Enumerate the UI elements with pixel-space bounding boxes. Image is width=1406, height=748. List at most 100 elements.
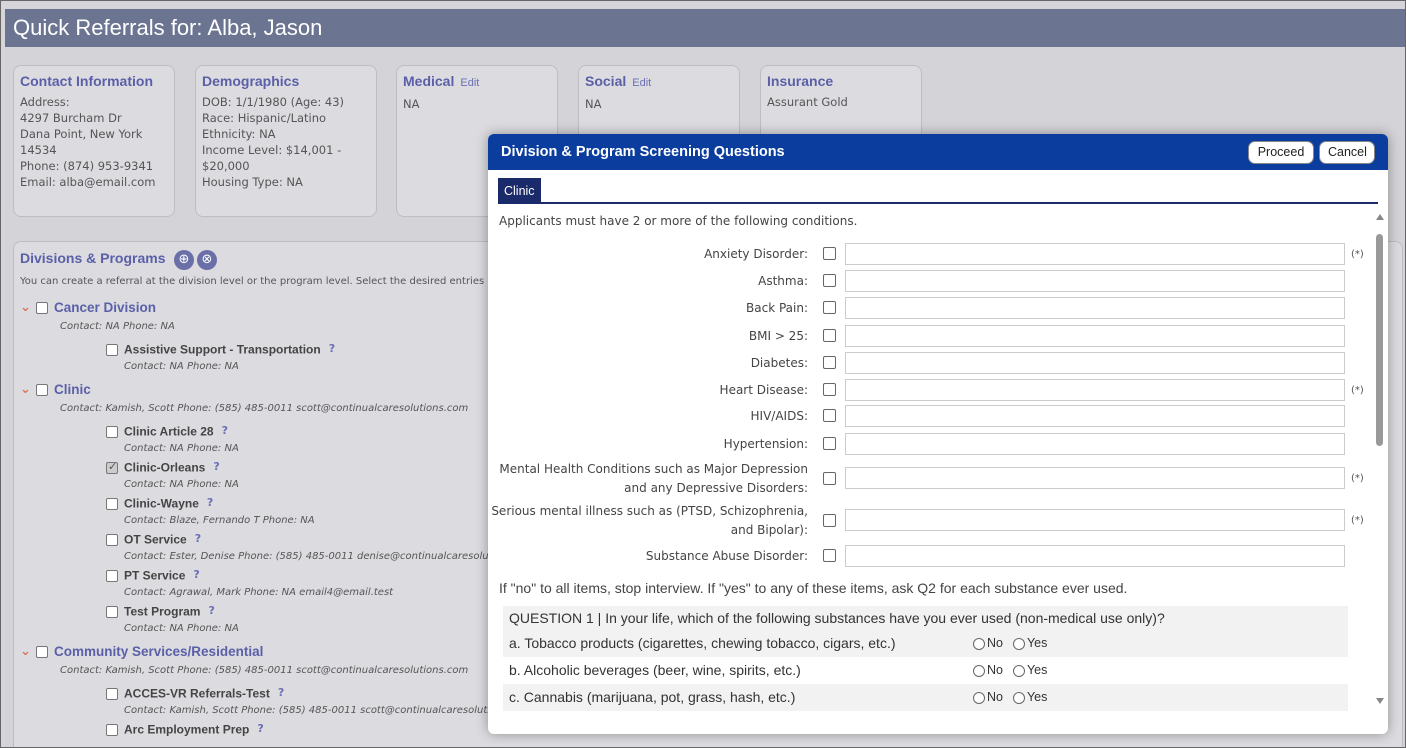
program-checkbox[interactable] xyxy=(106,569,118,582)
program-name[interactable]: Test Program xyxy=(124,605,200,619)
question-row: b. Alcoholic beverages (beer, wine, spir… xyxy=(503,657,1348,684)
help-icon[interactable]: ? xyxy=(208,604,214,617)
radio-yes[interactable] xyxy=(1012,691,1025,704)
condition-checkbox-diabetes[interactable] xyxy=(823,356,836,369)
program-name[interactable]: ACCES-VR Referrals-Test xyxy=(124,687,270,701)
condition-label-line2: and any Depressive Disorders: xyxy=(624,481,808,495)
condition-label: Diabetes: xyxy=(750,356,808,370)
condition-input-heart-disease[interactable] xyxy=(845,379,1345,401)
condition-input-diabetes[interactable] xyxy=(845,352,1345,374)
condition-input-back-pain[interactable] xyxy=(845,297,1345,319)
program-name[interactable]: OT Service xyxy=(124,533,187,547)
expand-all-icon[interactable]: ⊕ xyxy=(174,250,194,270)
condition-input-asthma[interactable] xyxy=(845,270,1345,292)
program-checkbox[interactable] xyxy=(106,687,118,700)
program-name[interactable]: Clinic Article 28 xyxy=(124,425,214,439)
condition-checkbox-mental-health[interactable] xyxy=(823,472,836,485)
program-checkbox[interactable] xyxy=(106,425,118,438)
collapse-arrow-icon[interactable]: ⌄ xyxy=(20,644,36,659)
radio-no[interactable] xyxy=(973,664,985,677)
medical-title-text: Medical xyxy=(403,73,455,89)
program-name[interactable]: Clinic-Wayne xyxy=(124,497,199,511)
radio-no[interactable] xyxy=(973,691,985,704)
contact-phone: Phone: (874) 953-9341 xyxy=(20,159,154,173)
condition-label: Hypertension: xyxy=(723,437,808,451)
condition-input-bmi[interactable] xyxy=(845,325,1345,347)
contact-city: Dana Point, New York 14534 xyxy=(20,127,143,157)
condition-input-substance-abuse[interactable] xyxy=(845,545,1345,567)
program-checkbox[interactable] xyxy=(106,497,118,510)
program-name[interactable]: Clinic-Orleans xyxy=(124,461,205,475)
program-row-acces-vr: ACCES-VR Referrals-Test? xyxy=(106,686,284,701)
division-checkbox-community[interactable] xyxy=(36,645,48,658)
social-edit-link[interactable]: Edit xyxy=(632,77,651,89)
help-icon[interactable]: ? xyxy=(195,532,201,545)
division-name[interactable]: Community Services/Residential xyxy=(54,644,263,659)
collapse-arrow-icon[interactable]: ⌄ xyxy=(20,300,36,315)
scroll-down-arrow-icon[interactable] xyxy=(1376,698,1384,704)
help-icon[interactable]: ? xyxy=(329,342,335,355)
program-row-arc-employment: Arc Employment Prep? xyxy=(106,722,264,737)
help-icon[interactable]: ? xyxy=(257,722,263,735)
page-title: Quick Referrals for: Alba, Jason xyxy=(5,9,1405,47)
division-checkbox-clinic[interactable] xyxy=(36,383,48,396)
condition-checkbox-asthma[interactable] xyxy=(823,274,836,287)
division-name[interactable]: Clinic xyxy=(54,382,91,397)
collapse-all-icon[interactable]: ⊗ xyxy=(197,250,217,270)
program-contact: Contact: Agrawal, Mark Phone: NA email4@… xyxy=(124,587,394,598)
program-name[interactable]: Assistive Support - Transportation xyxy=(124,343,321,357)
condition-checkbox-anxiety[interactable] xyxy=(823,247,836,260)
program-contact: Contact: NA Phone: NA xyxy=(124,443,239,454)
help-icon[interactable]: ? xyxy=(193,568,199,581)
condition-checkbox-serious-mental-illness[interactable] xyxy=(823,514,836,527)
social-title: Social Edit xyxy=(585,72,733,92)
program-name[interactable]: Arc Employment Prep xyxy=(124,723,249,737)
social-value: NA xyxy=(585,97,602,111)
help-icon[interactable]: ? xyxy=(207,496,213,509)
demographics-housing: Housing Type: NA xyxy=(202,175,303,189)
condition-input-serious-mental-illness[interactable] xyxy=(845,509,1345,531)
tab-clinic[interactable]: Clinic xyxy=(498,178,541,204)
program-checkbox[interactable] xyxy=(106,343,118,356)
division-checkbox-cancer[interactable] xyxy=(36,301,48,314)
condition-input-anxiety[interactable] xyxy=(845,243,1345,265)
proceed-button[interactable]: Proceed xyxy=(1248,141,1314,164)
required-mark: (*) xyxy=(1351,473,1364,484)
program-contact: Contact: NA Phone: NA xyxy=(124,361,239,372)
radio-yes-label: Yes xyxy=(1026,663,1048,678)
required-mark: (*) xyxy=(1351,249,1364,260)
help-icon[interactable]: ? xyxy=(278,686,284,699)
scrollbar-thumb[interactable] xyxy=(1376,234,1383,446)
condition-checkbox-heart-disease[interactable] xyxy=(823,383,836,396)
radio-no[interactable] xyxy=(973,637,985,650)
help-icon[interactable]: ? xyxy=(222,424,228,437)
radio-yes[interactable] xyxy=(1012,637,1025,650)
program-checkbox[interactable] xyxy=(106,723,118,736)
insurance-value: Assurant Gold xyxy=(767,95,848,109)
question-text: b. Alcoholic beverages (beer, wine, spir… xyxy=(509,662,801,678)
condition-input-hypertension[interactable] xyxy=(845,433,1345,455)
answer-radio-group: No Yes xyxy=(973,657,1057,684)
help-icon[interactable]: ? xyxy=(213,460,219,473)
program-contact: Contact: NA Phone: NA xyxy=(124,479,239,490)
medical-edit-link[interactable]: Edit xyxy=(460,77,479,89)
condition-checkbox-substance-abuse[interactable] xyxy=(823,549,836,562)
cancel-button[interactable]: Cancel xyxy=(1319,141,1375,164)
condition-checkbox-back-pain[interactable] xyxy=(823,301,836,314)
scroll-up-arrow-icon[interactable] xyxy=(1376,214,1384,220)
program-contact: Contact: Blaze, Fernando T Phone: NA xyxy=(124,515,315,526)
program-checkbox[interactable] xyxy=(106,605,118,618)
division-name[interactable]: Cancer Division xyxy=(54,300,156,315)
dialog-scrollbar[interactable] xyxy=(1374,214,1386,714)
collapse-arrow-icon[interactable]: ⌄ xyxy=(20,382,36,397)
radio-yes[interactable] xyxy=(1012,664,1025,677)
condition-checkbox-hypertension[interactable] xyxy=(823,437,836,450)
condition-checkbox-hiv[interactable] xyxy=(823,409,836,422)
condition-input-hiv[interactable] xyxy=(845,405,1345,427)
condition-label: HIV/AIDS: xyxy=(750,409,808,423)
condition-checkbox-bmi[interactable] xyxy=(823,329,836,342)
condition-input-mental-health[interactable] xyxy=(845,467,1345,489)
program-name[interactable]: PT Service xyxy=(124,569,185,583)
program-checkbox-checked[interactable] xyxy=(106,460,118,474)
program-checkbox[interactable] xyxy=(106,533,118,546)
